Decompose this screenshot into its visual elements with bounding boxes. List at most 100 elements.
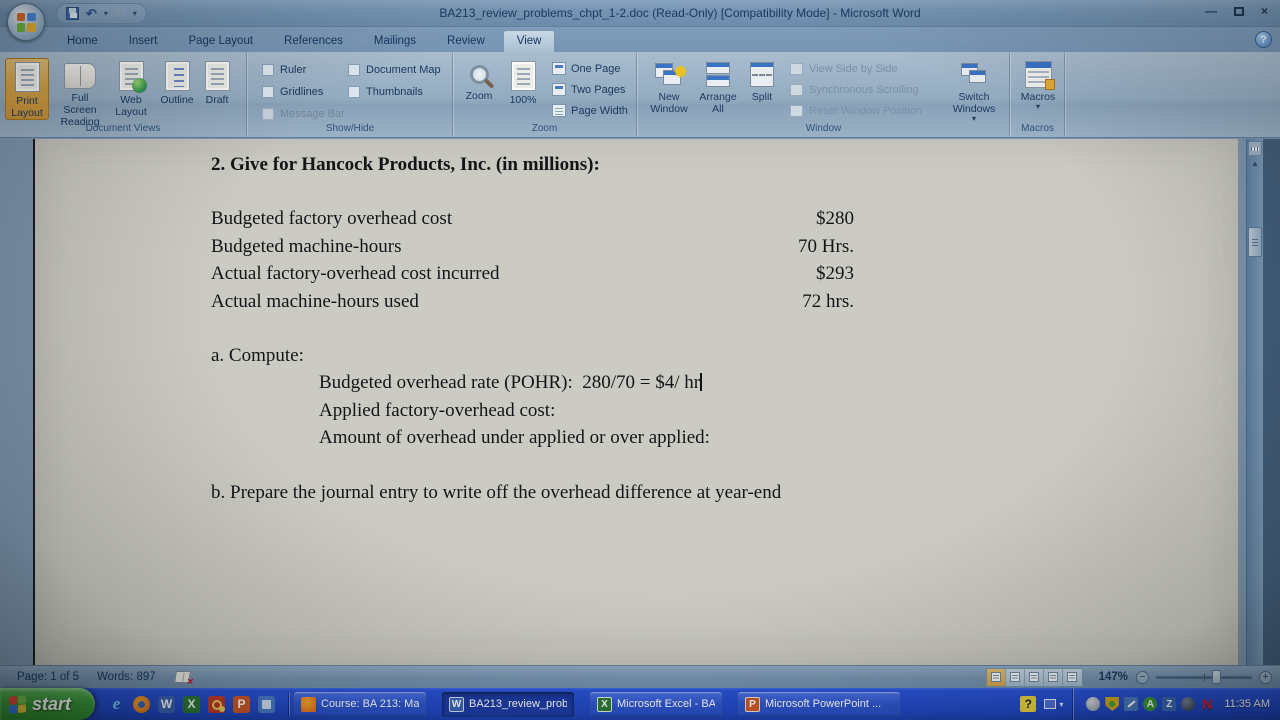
two-pages-button[interactable]: Two Pages: [549, 79, 631, 100]
taskbar-button-word[interactable]: W BA213_review_probl...: [442, 692, 574, 717]
page-width-icon: [552, 104, 566, 117]
scroll-up-icon[interactable]: ▲: [1247, 159, 1263, 168]
print-layout-icon: [15, 62, 40, 92]
office-button[interactable]: [7, 3, 45, 41]
close-icon[interactable]: ×: [1261, 5, 1268, 17]
draft-view-button[interactable]: [1063, 669, 1082, 686]
status-bar: Page: 1 of 5 Words: 897 147% − +: [0, 665, 1280, 688]
taskbar-button-powerpoint[interactable]: P Microsoft PowerPoint ...: [738, 692, 900, 717]
taskbar-button-excel[interactable]: X Microsoft Excel - BA2...: [590, 692, 722, 717]
start-button[interactable]: start: [0, 688, 95, 720]
taskbar: start e W X P Course: BA 213: Man... W B…: [0, 688, 1280, 720]
web-layout-view-icon: [1029, 672, 1039, 682]
firefox-icon[interactable]: [133, 696, 150, 713]
part-a-item: Budgeted overhead rate (POHR): 280/70 = …: [319, 369, 931, 396]
zoom-in-icon[interactable]: +: [1259, 671, 1272, 684]
part-a-heading: a. Compute:: [211, 342, 931, 369]
taskbar-button-firefox[interactable]: Course: BA 213: Man...: [294, 692, 426, 717]
switch-windows-button[interactable]: Switch Windows ▾: [944, 58, 1004, 123]
group-show-hide: Ruler Gridlines Message Bar Document Map: [248, 53, 453, 136]
ruler-checkbox[interactable]: Ruler: [262, 59, 345, 81]
split-button[interactable]: Split: [744, 58, 780, 103]
zoom-level[interactable]: 147%: [1099, 671, 1128, 683]
macros-button[interactable]: Macros ▾: [1016, 58, 1060, 111]
zoom-100-button[interactable]: 100%: [503, 58, 543, 106]
document-area: 2. Give for Hancock Products, Inc. (in m…: [0, 139, 1280, 665]
taskbar-help-icon[interactable]: ?: [1020, 696, 1036, 712]
document-page[interactable]: 2. Give for Hancock Products, Inc. (in m…: [33, 139, 1238, 665]
word-icon[interactable]: W: [158, 696, 175, 713]
text-cursor: [700, 373, 702, 391]
minimize-icon[interactable]: —: [1205, 5, 1217, 17]
zoom-out-icon[interactable]: −: [1136, 671, 1149, 684]
outline-view-icon: [1048, 672, 1058, 682]
proofing-status-icon[interactable]: [174, 671, 191, 683]
globe-icon[interactable]: [1181, 697, 1195, 711]
chevron-down-icon: ▾: [1059, 700, 1063, 709]
document-text: 2. Give for Hancock Products, Inc. (in m…: [211, 151, 931, 506]
tab-review[interactable]: Review: [434, 31, 498, 52]
ruler-toggle-icon[interactable]: [1248, 141, 1262, 156]
excel-icon[interactable]: X: [183, 696, 200, 713]
tab-insert[interactable]: Insert: [116, 31, 171, 52]
explorer-icon[interactable]: [258, 696, 275, 713]
magnifier-icon: [470, 65, 489, 84]
split-icon: [747, 61, 777, 88]
help-icon[interactable]: ?: [1255, 31, 1272, 48]
internet-explorer-icon[interactable]: e: [108, 696, 125, 713]
undo-icon[interactable]: ↶: [86, 7, 97, 20]
antivirus-icon[interactable]: A: [1143, 697, 1157, 711]
outline-button[interactable]: Outline: [156, 58, 198, 106]
shield-icon[interactable]: [1105, 697, 1119, 711]
draft-button[interactable]: Draft: [198, 58, 236, 106]
word-count[interactable]: Words: 897: [88, 671, 165, 683]
thumbnails-checkbox[interactable]: Thumbnails: [348, 81, 441, 103]
page-width-button[interactable]: Page Width: [549, 100, 631, 121]
undo-dropdown-icon[interactable]: ▾: [104, 9, 108, 18]
full-screen-reading-button[interactable]: Full Screen Reading: [54, 58, 106, 128]
tab-mailings[interactable]: Mailings: [361, 31, 429, 52]
print-layout-button[interactable]: Print Layout: [5, 58, 49, 120]
restore-icon[interactable]: [1234, 7, 1244, 16]
z-app-icon[interactable]: Z: [1162, 697, 1176, 711]
one-page-button[interactable]: One Page: [549, 58, 631, 79]
volume-icon[interactable]: [1086, 697, 1100, 711]
window-controls: — ×: [1205, 5, 1268, 17]
switch-windows-dropdown-icon: ▾: [972, 115, 976, 123]
checkbox-icon: [262, 64, 274, 76]
part-a-item: Applied factory-overhead cost:: [319, 397, 931, 424]
zoom-slider[interactable]: [1156, 676, 1252, 679]
full-screen-view-button[interactable]: [1006, 669, 1025, 686]
print-layout-view-icon: [991, 672, 1001, 682]
tab-references[interactable]: References: [271, 31, 356, 52]
taskbar-toolbar-toggle[interactable]: ▾: [1044, 699, 1063, 709]
customize-qat-icon[interactable]: ▾: [133, 9, 137, 18]
vertical-scrollbar[interactable]: ▲: [1246, 139, 1263, 665]
arrange-all-icon: [703, 61, 733, 88]
side-by-side-icon: [790, 63, 803, 75]
norton-icon[interactable]: N: [1200, 697, 1214, 711]
new-window-button[interactable]: New Window: [646, 58, 692, 115]
reset-window-position-button: Reset Window Position: [790, 100, 922, 121]
gridlines-checkbox[interactable]: Gridlines: [262, 81, 345, 103]
firefox-icon: [301, 697, 316, 712]
tools-icon[interactable]: [1124, 697, 1138, 711]
web-layout-view-button[interactable]: [1025, 669, 1044, 686]
zoom-button[interactable]: Zoom: [459, 58, 499, 102]
tab-view[interactable]: View: [503, 30, 556, 52]
table-row: Actual machine-hours used 72 hrs.: [211, 288, 854, 315]
zoom-slider-thumb[interactable]: [1212, 670, 1221, 684]
tab-page-layout[interactable]: Page Layout: [175, 31, 266, 52]
tab-home[interactable]: Home: [54, 31, 111, 52]
document-map-checkbox[interactable]: Document Map: [348, 59, 441, 81]
powerpoint-icon[interactable]: P: [233, 696, 250, 713]
reset-position-icon: [790, 105, 803, 117]
web-layout-button[interactable]: Web Layout: [108, 58, 154, 118]
page-indicator[interactable]: Page: 1 of 5: [8, 671, 88, 683]
outline-view-button[interactable]: [1044, 669, 1063, 686]
save-icon[interactable]: [66, 7, 79, 20]
print-layout-view-button[interactable]: [987, 669, 1006, 686]
key-icon[interactable]: [208, 696, 225, 713]
scrollbar-thumb[interactable]: [1248, 227, 1262, 257]
arrange-all-button[interactable]: Arrange All: [694, 58, 742, 115]
